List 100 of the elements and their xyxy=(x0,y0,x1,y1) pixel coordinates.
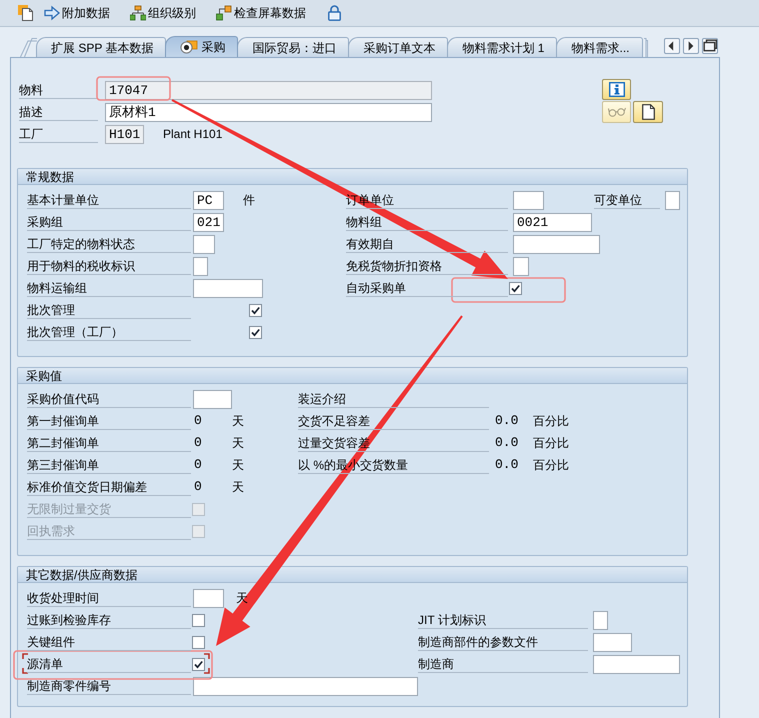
tab[interactable]: 物料需求计划 1 xyxy=(447,37,558,57)
arrow-right-icon xyxy=(44,5,60,21)
field-label: 源清单 xyxy=(27,656,191,672)
field-value: 0.0 xyxy=(494,456,520,474)
check-screen-data-button[interactable]: 检查屏幕数据 xyxy=(216,2,306,24)
checkbox[interactable] xyxy=(192,658,205,670)
input-field[interactable] xyxy=(193,588,224,608)
input-field[interactable] xyxy=(513,234,600,254)
glasses-icon xyxy=(608,107,626,117)
field-label: 第二封催询单 xyxy=(27,434,191,452)
unit-label: 天 xyxy=(232,479,244,496)
tab[interactable]: 扩展 SPP 基本数据 xyxy=(36,37,166,57)
lock-icon[interactable] xyxy=(328,5,341,21)
new-document-icon[interactable] xyxy=(18,5,34,21)
input-field[interactable] xyxy=(193,390,232,408)
section-title: 其它数据/供应商数据 xyxy=(18,567,687,583)
field-label: 物料运输组 xyxy=(27,280,191,296)
tab-stack-edge xyxy=(642,37,648,57)
field-value: 0.0 xyxy=(494,434,520,452)
input-field[interactable] xyxy=(665,190,680,210)
document-icon xyxy=(642,104,654,120)
field-label: 第三封催询单 xyxy=(27,456,191,474)
input-field[interactable] xyxy=(193,676,418,696)
unit-label: 百分比 xyxy=(533,413,569,430)
tab[interactable]: 国际贸易：进口 xyxy=(237,37,350,57)
unit-label: 天 xyxy=(232,435,244,452)
checkbox[interactable] xyxy=(249,326,262,338)
field-label: 收货处理时间 xyxy=(27,590,191,606)
unit-label: 件 xyxy=(243,192,255,209)
field-label: 可变单位 xyxy=(594,192,660,208)
info-button[interactable] xyxy=(602,79,631,100)
input-field[interactable] xyxy=(193,234,215,254)
field-label: 批次管理 xyxy=(27,302,191,318)
input-field[interactable] xyxy=(593,654,680,674)
field-label: 过账到检验库存 xyxy=(27,612,191,628)
field-label: 制造商部件的参数文件 xyxy=(418,634,588,650)
field-value: 0 xyxy=(193,434,203,452)
field-value: 0 xyxy=(193,478,203,496)
field-value: 0 xyxy=(193,412,203,430)
hierarchy-icon xyxy=(130,5,146,21)
checkbox[interactable] xyxy=(249,304,262,316)
linked-boxes-icon xyxy=(216,5,232,21)
field-label: 回执需求 xyxy=(27,522,191,540)
check-icon xyxy=(510,282,521,294)
field-label: 用于物料的税收标识 xyxy=(27,258,191,274)
input-field[interactable] xyxy=(593,632,632,652)
field-label: 制造商 xyxy=(418,656,588,672)
unit-label: 百分比 xyxy=(533,457,569,474)
scroll-right-button[interactable] xyxy=(683,38,699,54)
field-label: 自动采购单 xyxy=(346,280,508,296)
field-label: 批次管理（工厂） xyxy=(27,324,191,340)
field-label: 工厂特定的物料状态 xyxy=(27,236,191,252)
field-description: Plant H101 xyxy=(163,126,222,143)
field-label: 采购价值代码 xyxy=(27,390,191,408)
radio-icon xyxy=(180,40,198,54)
unit-label: 百分比 xyxy=(533,435,569,452)
additional-data-button[interactable]: 附加数据 xyxy=(44,2,110,24)
input-field[interactable]: 0021 xyxy=(513,212,592,232)
input-field[interactable] xyxy=(193,278,263,298)
document-button[interactable] xyxy=(633,101,663,123)
field-value: 0 xyxy=(193,456,203,474)
field-label: 描述 xyxy=(19,104,98,120)
field-label: 第一封催询单 xyxy=(27,412,191,430)
field-label: 物料 xyxy=(19,82,98,98)
input-field[interactable] xyxy=(193,256,208,276)
field-label: 基本计量单位 xyxy=(27,192,191,208)
field-label: 关键组件 xyxy=(27,634,191,650)
check-icon xyxy=(250,326,261,338)
input-field[interactable]: PC xyxy=(193,190,224,210)
tab[interactable]: 物料需求... xyxy=(556,37,642,57)
input-field[interactable]: 021 xyxy=(193,212,224,232)
field-label: JIT 计划标识 xyxy=(418,612,588,628)
input-field: H101 xyxy=(105,124,144,144)
field-value: 0.0 xyxy=(494,412,520,430)
unit-label: 天 xyxy=(232,457,244,474)
section-title: 常规数据 xyxy=(18,169,687,185)
field-label: 工厂 xyxy=(19,126,98,142)
check-icon xyxy=(250,304,261,316)
check-icon xyxy=(193,658,204,670)
checkbox[interactable] xyxy=(192,614,205,626)
checkbox[interactable] xyxy=(192,636,205,648)
input-field[interactable] xyxy=(513,256,529,276)
tab-stack-edge xyxy=(20,37,37,57)
org-levels-button[interactable]: 组织级别 xyxy=(130,2,196,24)
tab-list-button[interactable] xyxy=(702,38,718,54)
unit-label: 天 xyxy=(232,413,244,430)
field-label: 无限制过量交货 xyxy=(27,500,191,518)
field-label: 标准价值交货日期偏差 xyxy=(27,478,191,496)
tab[interactable]: 采购订单文本 xyxy=(348,37,448,57)
info-icon xyxy=(608,82,624,97)
input-field[interactable] xyxy=(513,190,544,210)
scroll-left-button[interactable] xyxy=(664,38,680,54)
windows-icon xyxy=(703,39,717,53)
input-field: 17047 xyxy=(105,80,432,100)
checkbox[interactable] xyxy=(509,282,522,294)
field-label: 采购组 xyxy=(27,214,191,230)
tab[interactable]: 采购 xyxy=(165,36,238,57)
input-field[interactable]: 原材料1 xyxy=(105,102,432,122)
section-title: 采购值 xyxy=(18,368,687,384)
input-field[interactable] xyxy=(593,610,608,630)
